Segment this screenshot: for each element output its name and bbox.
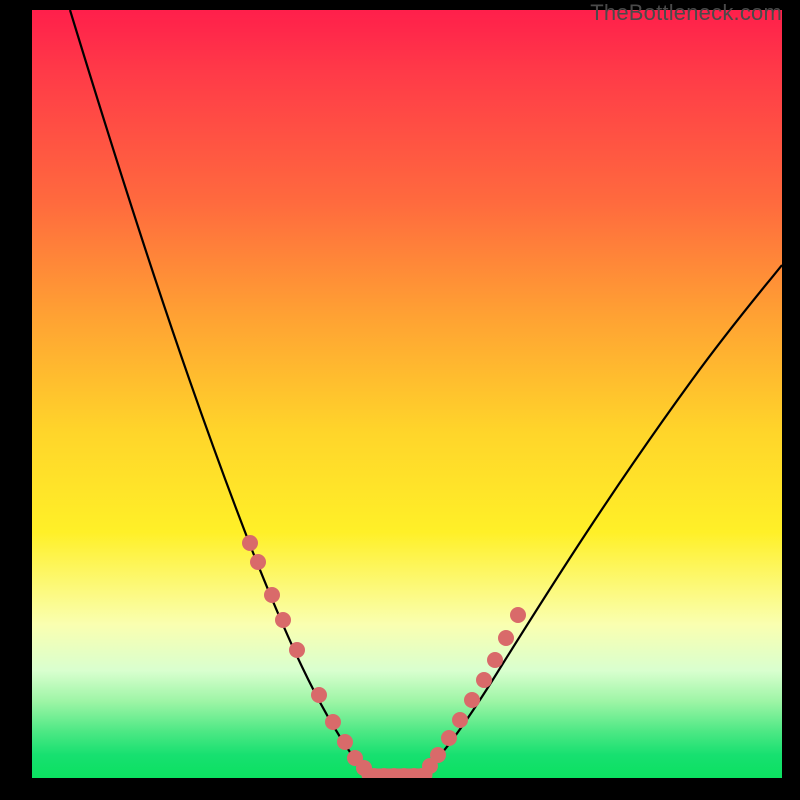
marker-group-right: [422, 607, 526, 774]
outer-frame: TheBottleneck.com: [0, 0, 800, 800]
left-curve: [70, 10, 378, 777]
watermark-text: TheBottleneck.com: [590, 0, 782, 26]
curve-layer: [32, 10, 782, 778]
plot-area: [32, 10, 782, 778]
marker-group-flat: [367, 768, 429, 778]
